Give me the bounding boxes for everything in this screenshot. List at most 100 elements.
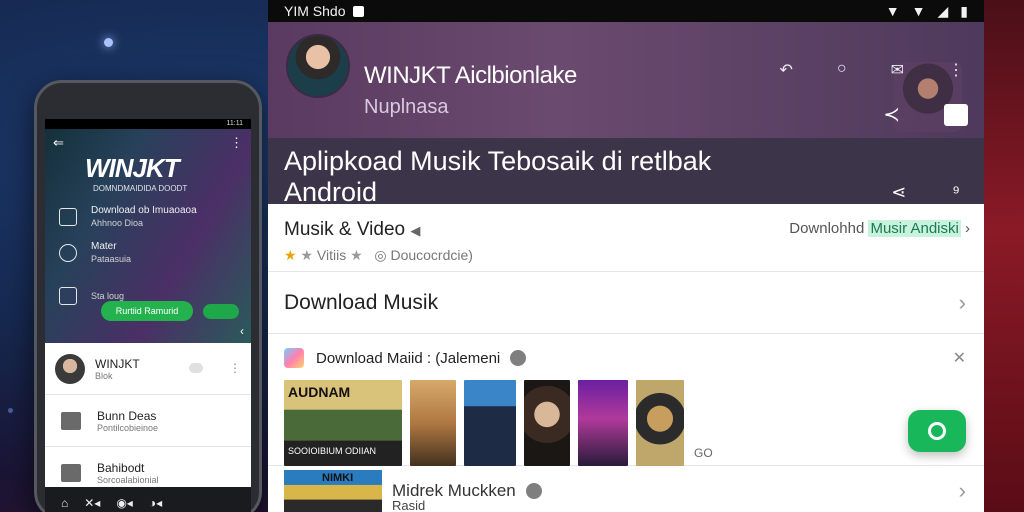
nav-icon[interactable]: ✕◂ — [84, 496, 100, 510]
album-cover-sub: SOOIOIBIUM ODIIAN — [288, 446, 377, 456]
album-cover-caption: NIMKI — [322, 472, 354, 484]
phone-action-pill[interactable]: Rurtiid Ramurid — [101, 301, 193, 321]
album-cover[interactable]: AUDNAM SOOIOIBIUM ODIIAN — [284, 380, 402, 466]
background-glow — [8, 408, 13, 413]
phone-list-sub: Pontilcobieinoe — [97, 422, 159, 433]
toggle-switch[interactable] — [189, 363, 203, 373]
badge-icon — [510, 350, 527, 366]
back-arrow-icon[interactable]: ⇐ — [53, 135, 64, 151]
page-title: Aplipkoad Musik Tebosaik di retlbak Andr… — [284, 146, 844, 208]
album-row[interactable]: Download Maiid : (Jalemeni ✕ AUDNAM SOOI… — [268, 336, 984, 466]
star-icon: ★ — [300, 247, 314, 263]
chevron-left-icon[interactable]: ‹ — [240, 324, 244, 338]
avatar — [55, 353, 85, 384]
chevron-right-icon: › — [958, 289, 966, 315]
refresh-icon — [928, 422, 946, 440]
list-item-sub: Rasid — [392, 498, 426, 512]
download-link-highlight: Musir Andiski — [868, 220, 961, 237]
more-icon[interactable]: ⋮ — [230, 135, 243, 151]
nav-icon[interactable]: ◉◂ — [116, 496, 133, 510]
chevron-right-icon: › — [958, 478, 966, 503]
search-icon[interactable]: ○ — [837, 60, 847, 80]
phone-list: WINJKT Blok ⋮ Bunn Deas Pontilcobieinoe Ba… — [45, 343, 251, 499]
avatar[interactable] — [286, 34, 350, 98]
developer-icon: ◎ — [374, 247, 387, 263]
album-cover[interactable] — [578, 380, 628, 466]
page-title-line: Android — [284, 177, 378, 207]
star-icon: ★ — [350, 247, 363, 263]
status-bar: YIM Shdo ▼ ▼ ◢ ▮ — [268, 0, 984, 22]
phone-menu-sub: Pataasuia — [91, 254, 132, 264]
reply-icon[interactable]: ↶ — [780, 60, 793, 80]
chevron-right-icon: › — [965, 220, 970, 237]
album-cover[interactable] — [464, 380, 516, 466]
phone-list-title: Bunn Deas — [97, 408, 157, 423]
download-link-text: Downlohhd — [789, 220, 869, 237]
notification-icon — [353, 5, 365, 17]
profile-header: WINJKT Aiclbionlake Nuplnasa ↶ ○ ✉ ⋮ ≺ A… — [268, 22, 984, 207]
grid-icon — [59, 287, 77, 305]
phone-menu-label: Download ob Imuaoaoa — [91, 205, 197, 216]
download-musik-row[interactable]: Download Musik › — [268, 272, 984, 334]
phone-menu-item[interactable]: Download ob Imuaoaoa Ahhnoo Dioa — [45, 205, 251, 229]
phone-list-title: Bahibodt — [97, 460, 145, 475]
album-cover[interactable] — [636, 380, 684, 466]
tag-icon: ◀ — [410, 223, 421, 238]
more-link[interactable]: GO — [694, 446, 713, 460]
info-icon[interactable]: ⁹ — [952, 182, 960, 203]
category-row[interactable]: Musik & Video ◀ ★ ★ Vitiis ★ ◎ Doucocrdc… — [268, 212, 984, 272]
phone-subtitle: DOMNDMAIDIDA DOODT — [93, 184, 188, 193]
more-icon[interactable]: ⋮ — [948, 60, 964, 80]
close-icon[interactable]: ✕ — [953, 348, 966, 368]
background-right — [984, 0, 1024, 512]
phone-status-bar: 11:11 — [45, 119, 251, 129]
album-row-title: Download Maiid : — [316, 349, 432, 367]
mail-icon[interactable]: ✉ — [891, 60, 904, 80]
wifi-icon: ▼ — [885, 3, 900, 19]
document-icon[interactable] — [944, 104, 968, 126]
wifi-icon: ▼ — [911, 3, 926, 19]
phone-menu-label: Mater — [91, 241, 117, 252]
profile-name: WINJKT Aiclbionlake — [364, 62, 577, 89]
phone-nav-bar: ⌂ ✕◂ ◉◂ ◑◂ — [45, 487, 251, 512]
page-title-line: Aplipkoad Musik Tebosaik di retlbak — [284, 146, 712, 176]
profile-handle: Nuplnasa — [364, 96, 449, 118]
phone-action-pill-secondary[interactable] — [203, 304, 239, 319]
phone-list-title: WINJKT — [95, 356, 140, 371]
nav-icon[interactable]: ◑◂ — [149, 496, 162, 510]
phone-logo: WINJKT — [85, 153, 180, 183]
album-cover[interactable] — [524, 380, 570, 466]
app-thumbnail — [284, 348, 304, 368]
phone-menu-item[interactable]: Mater Pataasuia — [45, 241, 251, 265]
folder-icon — [59, 208, 77, 226]
rating: ★ ★ Vitiis ★ ◎ Doucocrdcie) — [284, 247, 473, 264]
phone-list-item[interactable]: Bunn Deas Pontilcobieinoe — [45, 395, 251, 447]
phone-list-item[interactable]: WINJKT Blok ⋮ — [45, 343, 251, 395]
status-text: YIM Shdo — [284, 3, 346, 19]
home-icon — [61, 411, 81, 430]
share-icon[interactable]: ⋖ — [891, 182, 906, 203]
badge-icon — [525, 483, 542, 499]
album-cover[interactable] — [410, 380, 456, 466]
phone-list-sub: Blok — [95, 370, 113, 381]
album-cover-caption: AUDNAM — [288, 384, 351, 400]
download-link[interactable]: Downlohhd Musir Andiski › — [789, 220, 970, 237]
album-covers: AUDNAM SOOIOIBIUM ODIIAN GO — [284, 380, 968, 466]
share-icon[interactable]: ≺ — [883, 102, 900, 127]
album-row-meta: (Jalemeni — [435, 349, 501, 367]
phone-mockup: 11:11 ⇐ ⋮ WINJKT DOMNDMAIDIDA DOODT Down… — [34, 80, 262, 512]
background-glow — [104, 38, 113, 47]
clock-icon — [59, 244, 77, 262]
floating-action-button[interactable] — [908, 410, 966, 452]
phone-menu-sub: Ahhnoo Dioa — [91, 218, 144, 228]
more-icon[interactable]: ⋮ — [229, 361, 241, 375]
phone-clock: 11:11 — [226, 120, 243, 127]
album-cover: NIMKI — [284, 470, 382, 512]
download-musik-label: Download Musik — [284, 290, 439, 314]
list-item[interactable]: NIMKI Midrek Muckken Rasid › — [268, 470, 984, 512]
phone-list-sub: Sorcoalabionial — [97, 474, 159, 485]
developer-name: Doucocrdcie) — [390, 247, 473, 263]
home-icon[interactable]: ⌂ — [61, 496, 68, 510]
app-panel: YIM Shdo ▼ ▼ ◢ ▮ WINJKT Aiclbionlake Nup… — [268, 0, 984, 512]
battery-icon: ▮ — [960, 2, 968, 19]
